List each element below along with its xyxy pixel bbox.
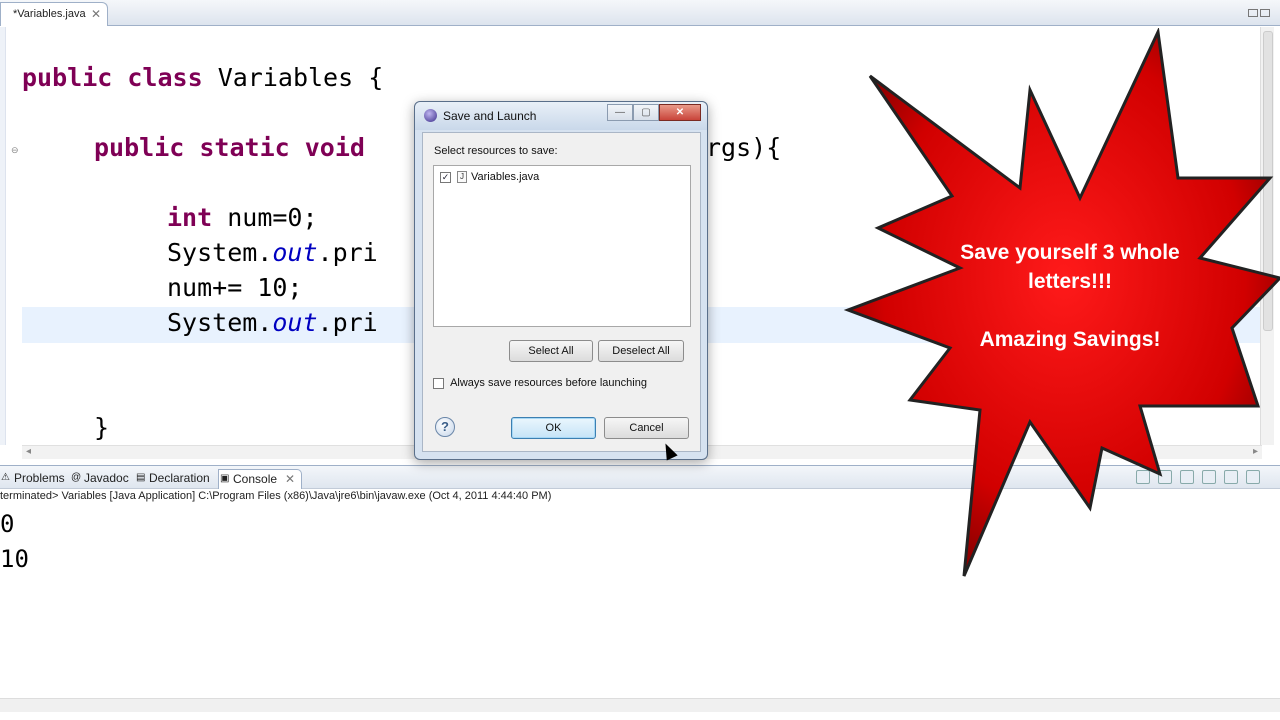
keyword: class: [127, 63, 203, 92]
keyword: void: [304, 133, 365, 162]
close-button[interactable]: ✕: [659, 104, 701, 121]
keyword: int: [167, 203, 213, 232]
keyword: public: [94, 133, 185, 162]
code-text: System.: [167, 238, 273, 267]
field-reference: out: [272, 308, 318, 337]
save-and-launch-dialog: Save and Launch — ▢ ✕ Select resources to …: [414, 101, 708, 460]
code-line-3: int num=0;: [167, 203, 318, 232]
code-text: .pri: [317, 238, 378, 267]
ok-button[interactable]: OK: [511, 417, 596, 439]
screen: *Variables.java ✕ ⊖ public class Variabl…: [0, 0, 1280, 720]
select-resources-label: Select resources to save:: [434, 145, 558, 157]
dialog-title-bar[interactable]: Save and Launch — ▢ ✕: [415, 102, 707, 130]
resource-checkbox[interactable]: ✓: [440, 171, 451, 183]
fold-icon[interactable]: ⊖: [11, 145, 19, 156]
code-line-5: num+= 10;: [167, 273, 303, 302]
code-text: Variables {: [217, 63, 384, 92]
java-file-icon: J: [457, 171, 467, 184]
console-output-line: 0: [0, 510, 15, 538]
code-line-2: public static void: [94, 133, 365, 162]
editor-min-max-controls[interactable]: [1248, 4, 1274, 20]
starburst-callout: [843, 28, 1280, 577]
editor-tab-bar: *Variables.java ✕: [0, 0, 1280, 26]
code-text: num=0;: [227, 203, 318, 232]
code-line-7: }: [94, 413, 110, 442]
tab-label: Javadoc: [84, 471, 129, 485]
console-horizontal-scrollbar[interactable]: [0, 698, 1280, 712]
dialog-title: Save and Launch: [443, 109, 537, 123]
callout-text-line-2: Amazing Savings!: [979, 328, 1161, 351]
code-line-2-tail: rgs){: [706, 133, 782, 162]
keyword: public: [22, 63, 113, 92]
tab-label: Problems: [14, 471, 65, 485]
code-line-1: public class Variables {: [22, 63, 383, 92]
console-output-line: 10: [0, 545, 29, 573]
scroll-left-icon[interactable]: ◂: [26, 446, 31, 457]
close-icon[interactable]: ✕: [285, 472, 295, 486]
minimize-icon[interactable]: [1248, 9, 1258, 17]
tab-console[interactable]: ▣ Console ✕: [218, 469, 303, 489]
keyword: static: [199, 133, 290, 162]
always-save-checkbox[interactable]: [433, 377, 444, 389]
declaration-icon: ▤: [136, 472, 146, 483]
resource-list[interactable]: ✓ J Variables.java: [433, 165, 691, 327]
dialog-content: Select resources to save: ✓ J Variables.ja…: [422, 132, 701, 452]
minimize-button[interactable]: —: [607, 104, 633, 121]
field-reference: out: [272, 238, 318, 267]
tab-javadoc[interactable]: @ Javadoc: [70, 469, 135, 489]
cancel-button[interactable]: Cancel: [604, 417, 689, 439]
maximize-button[interactable]: ▢: [633, 104, 659, 121]
editor-tab-label: *Variables.java: [13, 8, 86, 20]
callout-text-line-1: Save yourself 3 whole letters!!!: [960, 241, 1180, 293]
deselect-all-button[interactable]: Deselect All: [598, 340, 684, 362]
maximize-icon[interactable]: [1260, 9, 1270, 17]
close-icon[interactable]: ✕: [91, 7, 101, 21]
code-line-6: System.out.pri: [167, 308, 378, 337]
starburst-shape: [843, 28, 1280, 577]
help-icon[interactable]: ?: [435, 417, 455, 437]
tab-label: Declaration: [149, 471, 210, 485]
code-line-4: System.out.pri: [167, 238, 378, 267]
warning-icon: ⚠: [1, 472, 10, 483]
editor-tab-variables-java[interactable]: *Variables.java ✕: [0, 2, 108, 26]
always-save-row[interactable]: Always save resources before launching: [433, 377, 647, 389]
editor-ruler: [0, 27, 6, 445]
always-save-label: Always save resources before launching: [450, 377, 647, 389]
console-icon: ▣: [220, 473, 230, 484]
list-item[interactable]: ✓ J Variables.java: [440, 171, 539, 187]
tab-declaration[interactable]: ▤ Declaration: [135, 469, 216, 489]
code-text: .pri: [317, 308, 378, 337]
tab-label: Console: [233, 472, 278, 486]
eclipse-icon: [424, 109, 437, 122]
javadoc-icon: @: [71, 472, 82, 483]
tab-problems[interactable]: ⚠ Problems: [0, 469, 71, 489]
code-text: System.: [167, 308, 273, 337]
select-all-button[interactable]: Select All: [509, 340, 593, 362]
resource-name: Variables.java: [471, 171, 540, 183]
window-controls: — ▢ ✕: [607, 104, 701, 122]
